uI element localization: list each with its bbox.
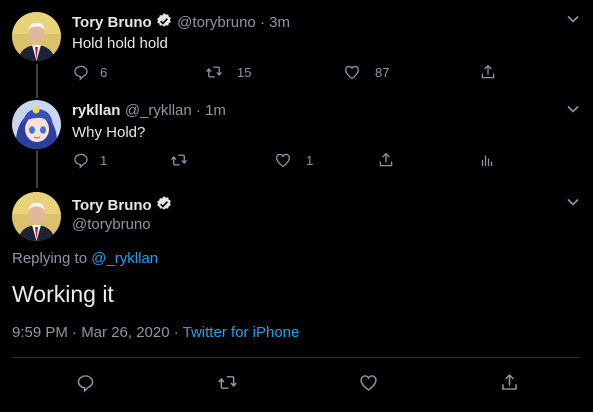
tweet-text: Hold hold hold bbox=[72, 35, 168, 52]
thread-connector bbox=[36, 150, 38, 188]
author-handle[interactable]: @_rykllan bbox=[125, 102, 192, 119]
retweet-icon bbox=[218, 376, 237, 389]
main-tweet-text: Working it bbox=[12, 281, 114, 307]
tweet-time[interactable]: 3m bbox=[269, 14, 290, 31]
verified-badge-icon bbox=[155, 12, 173, 30]
like-icon bbox=[344, 65, 360, 80]
avatar-image bbox=[12, 12, 61, 61]
chevron-down-icon[interactable] bbox=[566, 102, 580, 116]
share-button[interactable] bbox=[499, 372, 520, 393]
share-icon bbox=[481, 64, 495, 79]
tweet-text: Why Hold? bbox=[72, 124, 146, 141]
avatar-image bbox=[12, 100, 61, 149]
tweet-timestamp[interactable]: 9:59 PM · Mar 26, 2020 · bbox=[12, 324, 183, 341]
analytics-button[interactable] bbox=[478, 151, 496, 169]
retweet-icon bbox=[171, 154, 187, 166]
avatar-tory-bruno[interactable] bbox=[12, 12, 61, 61]
like-count: 1 bbox=[306, 152, 314, 168]
like-count: 87 bbox=[375, 64, 390, 80]
author-handle[interactable]: @torybruno bbox=[72, 216, 151, 233]
reply-button[interactable]: 1 bbox=[72, 151, 107, 169]
reply-count: 6 bbox=[100, 64, 108, 80]
tweet-source-link[interactable]: Twitter for iPhone bbox=[183, 324, 300, 341]
thread-connector bbox=[36, 64, 38, 98]
reply-icon bbox=[74, 153, 88, 169]
verified-badge-icon bbox=[155, 195, 173, 213]
avatar-rykllan[interactable] bbox=[12, 100, 61, 149]
reply-icon bbox=[74, 65, 88, 81]
retweet-button[interactable] bbox=[217, 372, 238, 393]
separator: · bbox=[255, 14, 270, 31]
replying-to-line: Replying to @_rykllan bbox=[12, 250, 158, 267]
like-button[interactable]: 1 bbox=[274, 151, 313, 169]
separator: · bbox=[191, 102, 206, 119]
tweet-2-header: rykllan @_rykllan · 1m bbox=[72, 102, 226, 120]
avatar-image bbox=[12, 192, 61, 241]
tweet-1-header: Tory Bruno @torybruno · 3m bbox=[72, 12, 290, 32]
analytics-icon bbox=[481, 155, 493, 166]
timestamp-line: 9:59 PM · Mar 26, 2020 · Twitter for iPh… bbox=[12, 324, 299, 341]
like-icon bbox=[275, 153, 291, 168]
share-button[interactable] bbox=[377, 151, 395, 169]
author-name[interactable]: Tory Bruno bbox=[72, 197, 152, 214]
reply-icon bbox=[77, 375, 94, 393]
replying-to-link[interactable]: @_rykllan bbox=[91, 250, 158, 267]
reply-button[interactable]: 6 bbox=[72, 63, 107, 81]
retweet-button[interactable] bbox=[170, 151, 202, 169]
like-button[interactable]: 87 bbox=[343, 63, 389, 81]
author-name[interactable]: rykllan bbox=[72, 102, 120, 119]
share-icon bbox=[379, 152, 393, 167]
main-tweet-name-row: Tory Bruno bbox=[72, 195, 173, 215]
like-button[interactable] bbox=[358, 372, 379, 393]
divider bbox=[12, 357, 580, 358]
retweet-icon bbox=[206, 66, 222, 78]
chevron-down-icon[interactable] bbox=[566, 195, 580, 209]
share-button[interactable] bbox=[479, 63, 497, 81]
avatar-tory-bruno[interactable] bbox=[12, 192, 61, 241]
replying-to-label: Replying to bbox=[12, 250, 88, 267]
author-name[interactable]: Tory Bruno bbox=[72, 14, 152, 31]
author-handle[interactable]: @torybruno bbox=[177, 14, 256, 31]
like-icon bbox=[360, 375, 377, 391]
reply-count: 1 bbox=[100, 152, 108, 168]
chevron-down-icon[interactable] bbox=[566, 12, 580, 26]
tweet-time[interactable]: 1m bbox=[205, 102, 226, 119]
share-icon bbox=[502, 374, 517, 390]
retweet-count: 15 bbox=[237, 64, 252, 80]
reply-button[interactable] bbox=[75, 372, 96, 393]
retweet-button[interactable]: 15 bbox=[205, 63, 251, 81]
